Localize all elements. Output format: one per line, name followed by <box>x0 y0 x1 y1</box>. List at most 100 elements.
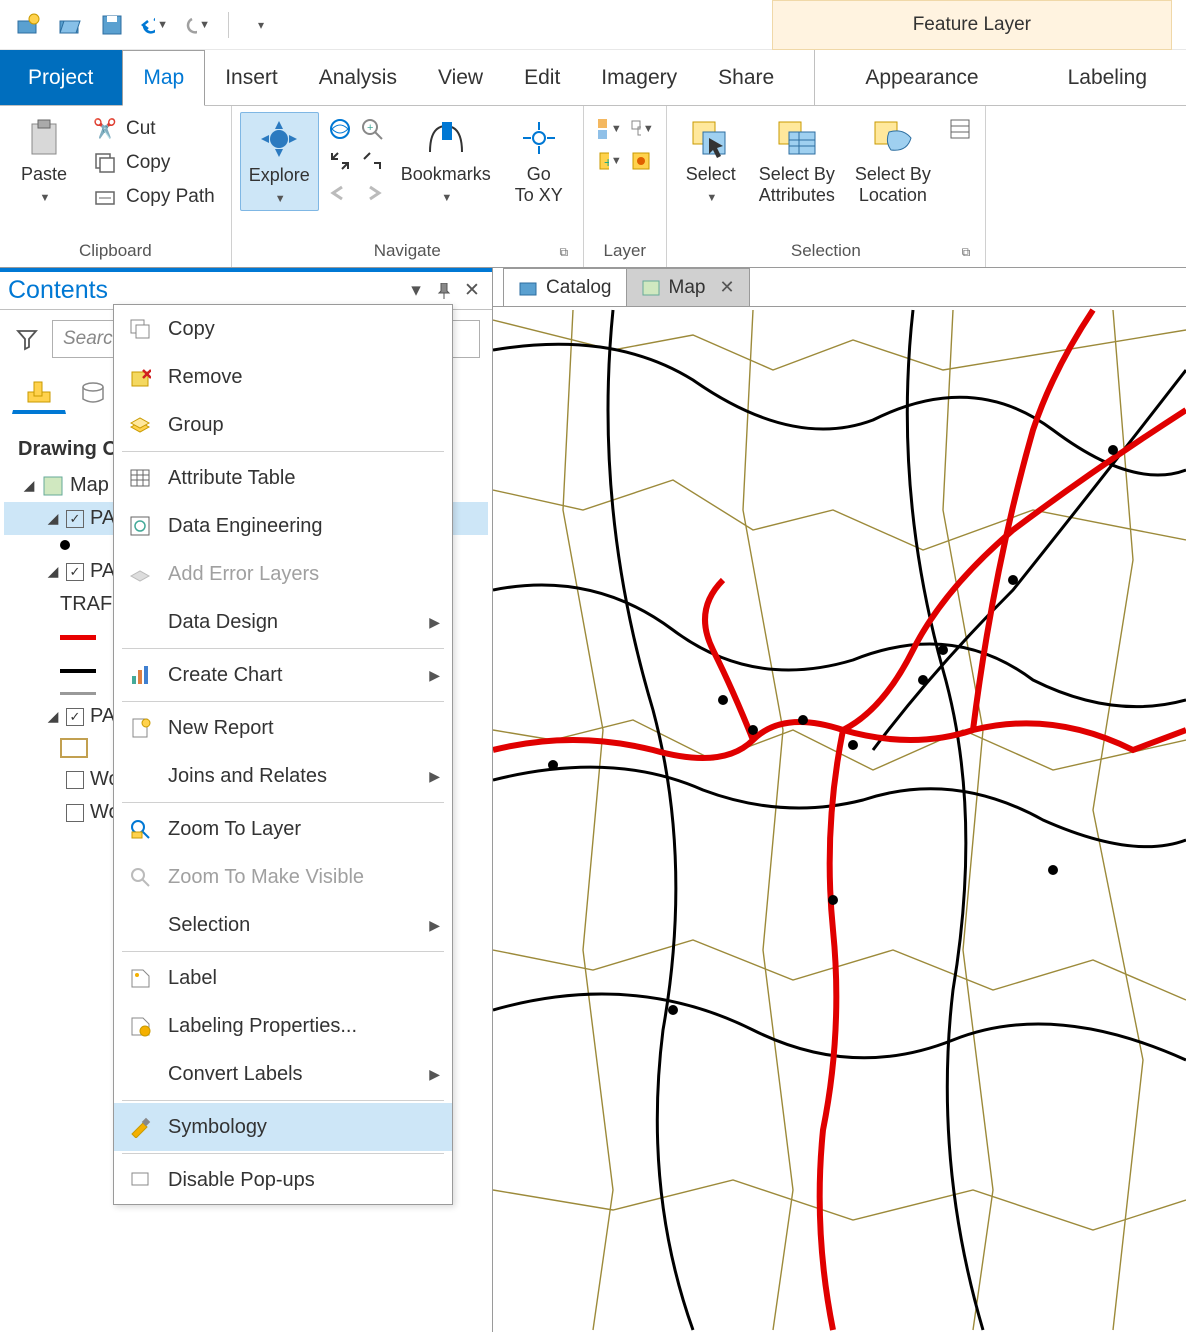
dropdown-caret-icon[interactable]: ▼ <box>441 192 452 204</box>
next-extent-icon[interactable] <box>359 180 385 206</box>
go-to-xy-button[interactable]: Go To XY <box>503 112 575 209</box>
submenu-arrow-icon: ▶ <box>429 1066 440 1083</box>
submenu-arrow-icon: ▶ <box>429 614 440 631</box>
quick-access-toolbar: ▼ ▼ ▾ Feature Layer <box>0 0 1186 50</box>
main-ribbon-tabs: Project Map Insert Analysis View Edit Im… <box>0 50 1186 106</box>
separator <box>122 1153 444 1154</box>
ctx-disable-popups[interactable]: Disable Pop-ups <box>114 1156 452 1204</box>
polygon-symbol-icon <box>60 738 88 758</box>
pane-options-icon[interactable]: ▾ <box>404 279 428 303</box>
tab-edit[interactable]: Edit <box>504 50 581 105</box>
ctx-zoom-to-layer[interactable]: Zoom To Layer <box>114 805 452 853</box>
tab-insert[interactable]: Insert <box>205 50 299 105</box>
dropdown-caret-icon[interactable]: ▼ <box>199 19 210 31</box>
select-attributes-icon <box>775 116 819 160</box>
prev-extent-icon[interactable] <box>327 180 353 206</box>
visibility-checkbox[interactable]: ✓ <box>66 510 84 528</box>
view-area: Catalog Map✕ <box>493 268 1186 1332</box>
list-drawing-order-button[interactable] <box>12 372 66 414</box>
customize-qat-icon[interactable]: ▾ <box>247 11 275 39</box>
select-by-attributes-button[interactable]: Select By Attributes <box>751 112 843 209</box>
dropdown-caret-icon[interactable]: ▼ <box>275 193 286 205</box>
viewtab-catalog[interactable]: Catalog <box>503 268 627 306</box>
ctx-selection[interactable]: Selection▶ <box>114 901 452 949</box>
add-graphics-layer-icon[interactable] <box>628 148 654 174</box>
ctx-label[interactable]: Label <box>114 954 452 1002</box>
pane-title: Contents <box>8 276 400 305</box>
copy-button[interactable]: Copy <box>88 148 219 178</box>
bookmarks-button[interactable]: Bookmarks▼ <box>393 112 499 209</box>
crosshair-icon <box>517 116 561 160</box>
expand-icon[interactable] <box>46 772 60 788</box>
tab-appearance[interactable]: Appearance <box>814 50 1029 105</box>
dropdown-caret-icon[interactable]: ▼ <box>40 192 51 204</box>
visibility-checkbox[interactable] <box>66 771 84 789</box>
tab-analysis[interactable]: Analysis <box>299 50 418 105</box>
save-icon[interactable] <box>98 11 126 39</box>
tab-share[interactable]: Share <box>698 50 795 105</box>
ctx-attribute-table[interactable]: Attribute Table <box>114 454 452 502</box>
group-selection: Select▼ Select By Attributes Select By L… <box>667 106 986 267</box>
attributes-icon[interactable] <box>947 116 973 142</box>
pin-icon[interactable] <box>432 279 456 303</box>
tab-view[interactable]: View <box>418 50 504 105</box>
copy-path-button[interactable]: Copy Path <box>88 182 219 212</box>
select-button[interactable]: Select▼ <box>675 112 747 209</box>
dropdown-caret-icon[interactable]: ▼ <box>157 19 168 31</box>
zoom-out-arrows-icon[interactable] <box>359 148 385 174</box>
close-icon[interactable]: ✕ <box>719 277 734 298</box>
ctx-data-design[interactable]: Data Design▶ <box>114 598 452 646</box>
filter-icon[interactable] <box>12 324 42 354</box>
cut-button[interactable]: ✂️Cut <box>88 114 219 144</box>
select-by-location-button[interactable]: Select By Location <box>847 112 939 209</box>
catalog-icon <box>518 279 538 297</box>
redo-icon[interactable]: ▼ <box>182 11 210 39</box>
explore-icon <box>257 117 301 161</box>
group-launcher-icon[interactable]: ⧉ <box>557 245 571 259</box>
ctx-group[interactable]: Group <box>114 401 452 449</box>
chart-icon <box>126 661 154 689</box>
explore-button[interactable]: Explore▼ <box>240 112 319 211</box>
ctx-create-chart[interactable]: Create Chart▶ <box>114 651 452 699</box>
full-extent-icon[interactable] <box>327 116 353 142</box>
undo-icon[interactable]: ▼ <box>140 11 168 39</box>
tab-labeling[interactable]: Labeling <box>1030 50 1186 105</box>
paste-icon <box>22 116 66 160</box>
expand-icon[interactable]: ◢ <box>46 563 60 580</box>
open-project-icon[interactable] <box>56 11 84 39</box>
expand-icon[interactable]: ◢ <box>46 708 60 725</box>
tab-map[interactable]: Map <box>122 50 205 106</box>
zoom-in-arrows-icon[interactable] <box>327 148 353 174</box>
ctx-convert-labels[interactable]: Convert Labels▶ <box>114 1050 452 1098</box>
fixed-zoom-in-icon[interactable]: + <box>359 116 385 142</box>
map-canvas[interactable] <box>493 307 1186 1333</box>
submenu-arrow-icon: ▶ <box>429 667 440 684</box>
separator <box>228 12 229 38</box>
add-data-icon[interactable]: ▼ <box>628 116 654 142</box>
tab-project[interactable]: Project <box>0 50 122 105</box>
group-launcher-icon[interactable]: ⧉ <box>959 245 973 259</box>
ctx-symbology[interactable]: Symbology <box>114 1103 452 1151</box>
basemap-icon[interactable]: ▼ <box>596 116 622 142</box>
expand-icon[interactable]: ◢ <box>46 510 60 527</box>
visibility-checkbox[interactable]: ✓ <box>66 708 84 726</box>
new-project-icon[interactable] <box>14 11 42 39</box>
add-preset-icon[interactable]: +▼ <box>596 148 622 174</box>
ctx-copy[interactable]: Copy <box>114 305 452 353</box>
list-data-source-button[interactable] <box>66 372 120 414</box>
ctx-new-report[interactable]: New Report <box>114 704 452 752</box>
expand-icon[interactable] <box>46 805 60 821</box>
ctx-joins-relates[interactable]: Joins and Relates▶ <box>114 752 452 800</box>
viewtab-map[interactable]: Map✕ <box>626 268 750 306</box>
ribbon: Paste▼ ✂️Cut Copy Copy Path Clipboard Ex… <box>0 106 1186 268</box>
ctx-labeling-properties[interactable]: Labeling Properties... <box>114 1002 452 1050</box>
expand-icon[interactable]: ◢ <box>22 477 36 494</box>
ctx-remove[interactable]: Remove <box>114 353 452 401</box>
close-icon[interactable]: ✕ <box>460 279 484 303</box>
tab-imagery[interactable]: Imagery <box>581 50 698 105</box>
ctx-data-engineering[interactable]: Data Engineering <box>114 502 452 550</box>
visibility-checkbox[interactable] <box>66 804 84 822</box>
visibility-checkbox[interactable]: ✓ <box>66 563 84 581</box>
paste-button[interactable]: Paste▼ <box>8 112 80 209</box>
dropdown-caret-icon[interactable]: ▼ <box>706 192 717 204</box>
